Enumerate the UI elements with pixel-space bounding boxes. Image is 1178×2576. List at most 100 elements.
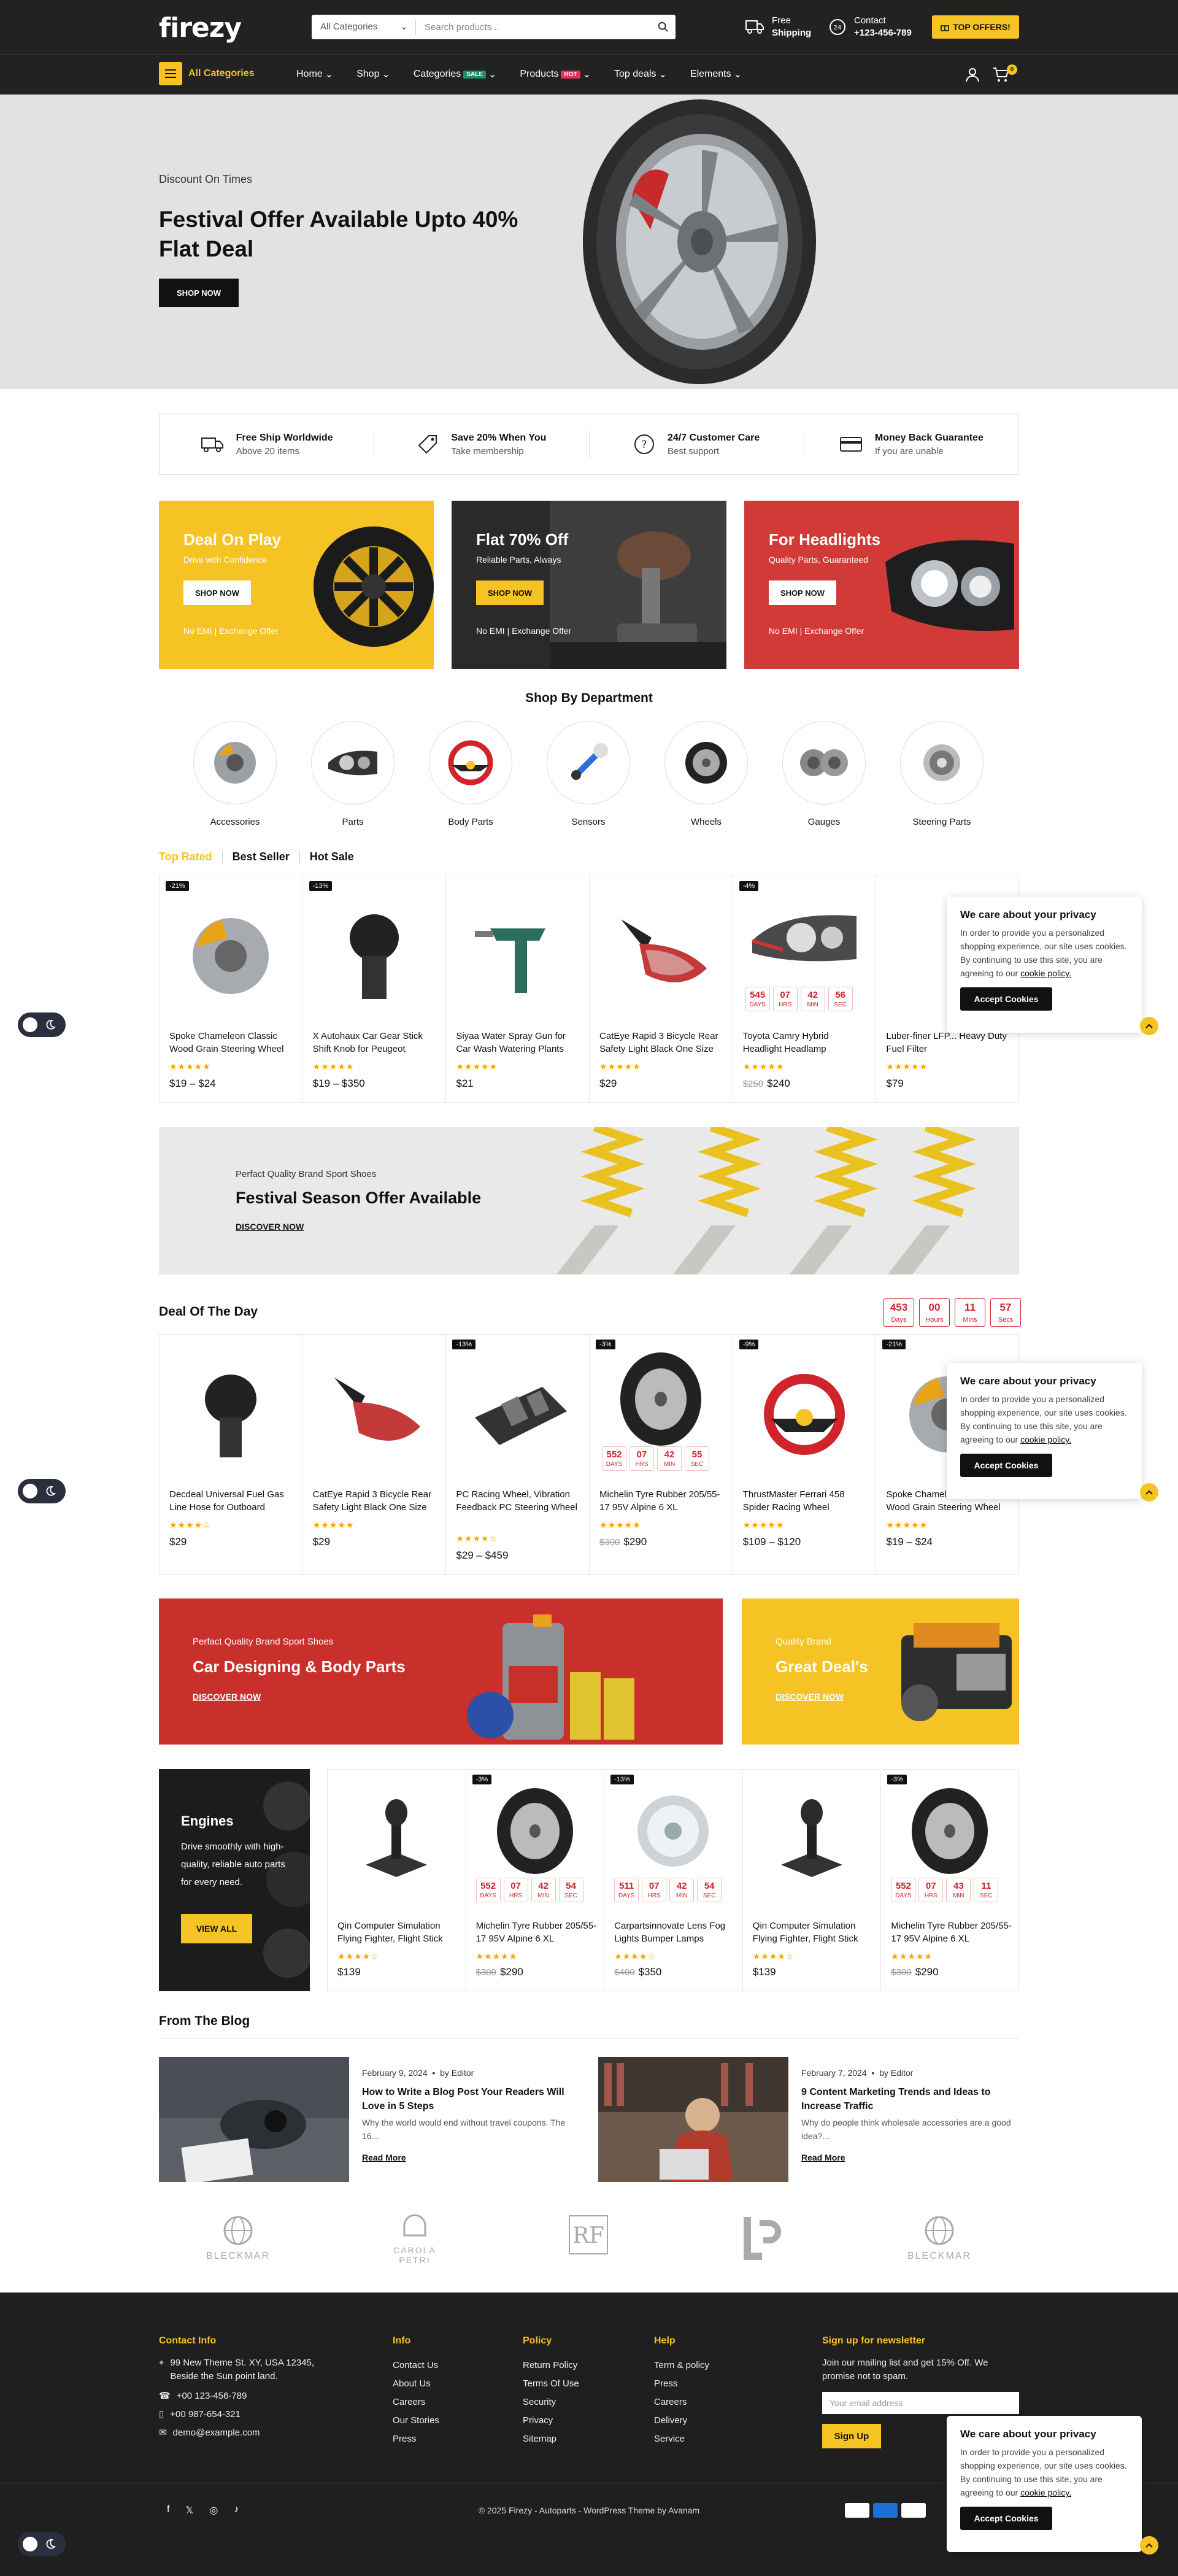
product-card[interactable]: -13% 511 DAYS 07 HRS 42 MIN 54 SEC Carpartsi… (604, 1770, 743, 1991)
product-card[interactable]: -3% 552 DAYS 07 HRS 42 MIN 54 SEC Michelin T… (466, 1770, 605, 1991)
scroll-to-top-button[interactable] (1140, 2536, 1158, 2555)
tab-top-rated[interactable]: Top Rated (159, 850, 212, 863)
footer-link[interactable]: Sitemap (523, 2430, 579, 2448)
dept-steering-parts[interactable]: Steering Parts (899, 721, 985, 827)
footer-link[interactable]: Careers (654, 2393, 709, 2412)
promo-footer-text: No EMI | Exchange Offer (476, 626, 572, 636)
site-logo[interactable]: firezy (159, 12, 242, 44)
search-button[interactable] (651, 21, 676, 33)
footer-link[interactable]: Term & policy (654, 2356, 709, 2375)
promo-card-headlights[interactable]: For Headlights Quality Parts, Guaranteed… (744, 501, 1019, 669)
product-card[interactable]: -9% ThrustMaster Ferrari 458 Spider Raci… (733, 1335, 877, 1574)
blog-post-title[interactable]: How to Write a Blog Post Your Readers Wi… (362, 2085, 571, 2113)
blog-post-title[interactable]: 9 Content Marketing Trends and Ideas to … (801, 2085, 1010, 2113)
search-input[interactable]: Search products... (416, 22, 651, 33)
product-card[interactable]: Siyaa Water Spray Gun for Car Wash Water… (446, 876, 590, 1102)
product-card[interactable]: -21% Spoke Chameleon Classic Wood Grain … (160, 876, 303, 1102)
view-all-button[interactable]: VIEW ALL (181, 1914, 252, 1943)
accept-cookies-button[interactable]: Accept Cookies (960, 987, 1052, 1011)
dept-accessories[interactable]: Accessories (192, 721, 278, 827)
read-more-link[interactable]: Read More (362, 2153, 406, 2162)
brand-logo[interactable]: RF (545, 2207, 631, 2269)
footer-link[interactable]: Return Policy (523, 2356, 579, 2375)
brand-logo[interactable] (720, 2207, 806, 2269)
scroll-to-top-button[interactable] (1140, 1017, 1158, 1035)
promo-shop-now-button[interactable]: SHOP NOW (476, 580, 544, 605)
accept-cookies-button[interactable]: Accept Cookies (960, 2507, 1052, 2530)
footer-link[interactable]: Our Stories (393, 2412, 439, 2430)
tab-best-seller[interactable]: Best Seller (233, 850, 290, 863)
product-card[interactable]: CatEye Rapid 3 Bicycle Rear Safety Light… (590, 876, 733, 1102)
tab-hot-sale[interactable]: Hot Sale (310, 850, 354, 863)
dept-gauges[interactable]: Gauges (781, 721, 867, 827)
footer-link[interactable]: Careers (393, 2393, 439, 2412)
dome-logo-icon (403, 2214, 426, 2237)
cookie-policy-link[interactable]: cookie policy. (1020, 968, 1071, 978)
product-card[interactable]: -3% 552 DAYS 07 HRS 42 MIN 55 SEC Michelin T… (590, 1335, 733, 1574)
promo-card-flat-off[interactable]: Flat 70% Off Reliable Parts, Always SHOP… (452, 501, 726, 669)
cookie-policy-link[interactable]: cookie policy. (1020, 2488, 1071, 2497)
discount-badge: -13% (452, 1340, 476, 1349)
hero-shop-now-button[interactable]: SHOP NOW (159, 279, 239, 307)
dept-sensors[interactable]: Sensors (545, 721, 631, 827)
dept-parts[interactable]: Parts (310, 721, 396, 827)
theme-toggle[interactable] (18, 1012, 66, 1037)
brand-logo[interactable]: BLECKMAR (195, 2207, 281, 2269)
product-card[interactable]: Qin Computer Simulation Flying Fighter, … (328, 1770, 466, 1991)
footer-link[interactable]: Terms Of Use (523, 2375, 579, 2393)
theme-toggle[interactable] (18, 1479, 66, 1503)
account-button[interactable] (964, 67, 980, 83)
dept-wheels[interactable]: Wheels (663, 721, 749, 827)
chevron-down-icon: ⌄ (382, 69, 390, 80)
menu-item-home[interactable]: Home ⌄ (296, 68, 333, 80)
menu-item-top-deals[interactable]: Top deals ⌄ (614, 68, 667, 80)
promo-shop-now-button[interactable]: SHOP NOW (769, 580, 836, 605)
footer-link[interactable]: Contact Us (393, 2356, 439, 2375)
rating-stars: ★★★★★ (742, 1520, 785, 1530)
theme-toggle[interactable] (18, 2532, 66, 2556)
product-price: $19 – $24 (886, 1536, 933, 1548)
footer-link[interactable]: Press (393, 2430, 439, 2448)
scroll-to-top-button[interactable] (1140, 1483, 1158, 1502)
footer-link[interactable]: Privacy (523, 2412, 579, 2430)
footer-link[interactable]: Service (654, 2430, 709, 2448)
brand-logo[interactable]: CAROLA PETRI (372, 2207, 458, 2269)
discount-badge: -3% (887, 1775, 907, 1784)
read-more-link[interactable]: Read More (801, 2153, 845, 2162)
product-card[interactable]: Decdeal Universal Fuel Gas Line Hose for… (160, 1335, 303, 1574)
cookie-policy-link[interactable]: cookie policy. (1020, 1435, 1071, 1444)
top-offers-button[interactable]: TOP OFFERS! (932, 15, 1019, 39)
product-card[interactable]: CatEye Rapid 3 Bicycle Rear Safety Light… (302, 1335, 447, 1574)
product-name: X Autohaux Car Gear Stick Shift Knob for… (312, 1031, 423, 1054)
product-card[interactable]: -13% PC Racing Wheel, Vibration Feedback… (446, 1335, 590, 1574)
svg-text:RF: RF (572, 2223, 604, 2248)
promo-card-deal-on-play[interactable]: Deal On Play Drive with Confidence SHOP … (159, 501, 434, 669)
accept-cookies-button[interactable]: Accept Cookies (960, 1454, 1052, 1477)
promo-shop-now-button[interactable]: SHOP NOW (183, 580, 251, 605)
menu-item-categories[interactable]: Categories SALE ⌄ (414, 68, 496, 80)
menu-item-elements[interactable]: Elements ⌄ (690, 68, 742, 80)
rating-stars: ★★★★☆ (337, 1951, 379, 1961)
product-card[interactable]: -3% 552 DAYS 07 HRS 43 MIN 11 SEC Michelin T… (881, 1770, 1018, 1991)
menu-item-shop[interactable]: Shop ⌄ (356, 68, 390, 80)
blog-image[interactable] (159, 2057, 349, 2182)
search-category-select[interactable]: All Categories ⌄ (312, 19, 416, 35)
product-card[interactable]: -13% X Autohaux Car Gear Stick Shift Kno… (302, 876, 447, 1102)
product-card[interactable]: -4% 545 DAYS 07 HRS 42 MIN 56 SEC Toyota Cam… (733, 876, 877, 1102)
footer-link[interactable]: Press (654, 2375, 709, 2393)
footer-link[interactable]: Delivery (654, 2412, 709, 2430)
footer-link[interactable]: Security (523, 2393, 579, 2412)
discover-now-link[interactable]: DISCOVER NOW (776, 1692, 844, 1702)
footer-link[interactable]: About Us (393, 2375, 439, 2393)
menu-item-products[interactable]: Products HOT ⌄ (520, 68, 591, 80)
newsletter-email-input[interactable]: Your email address (822, 2392, 1019, 2414)
discover-now-link[interactable]: DISCOVER NOW (236, 1222, 304, 1232)
product-card[interactable]: Qin Computer Simulation Flying Fighter, … (742, 1770, 882, 1991)
dept-body-parts[interactable]: Body Parts (428, 721, 514, 827)
sign-up-button[interactable]: Sign Up (822, 2424, 881, 2448)
discover-now-link[interactable]: DISCOVER NOW (193, 1692, 261, 1702)
chevron-down-icon: ⌄ (733, 69, 742, 80)
all-categories-button[interactable]: All Categories (159, 62, 255, 85)
brand-logo[interactable]: BLECKMAR (896, 2207, 982, 2269)
blog-image[interactable] (598, 2057, 788, 2182)
